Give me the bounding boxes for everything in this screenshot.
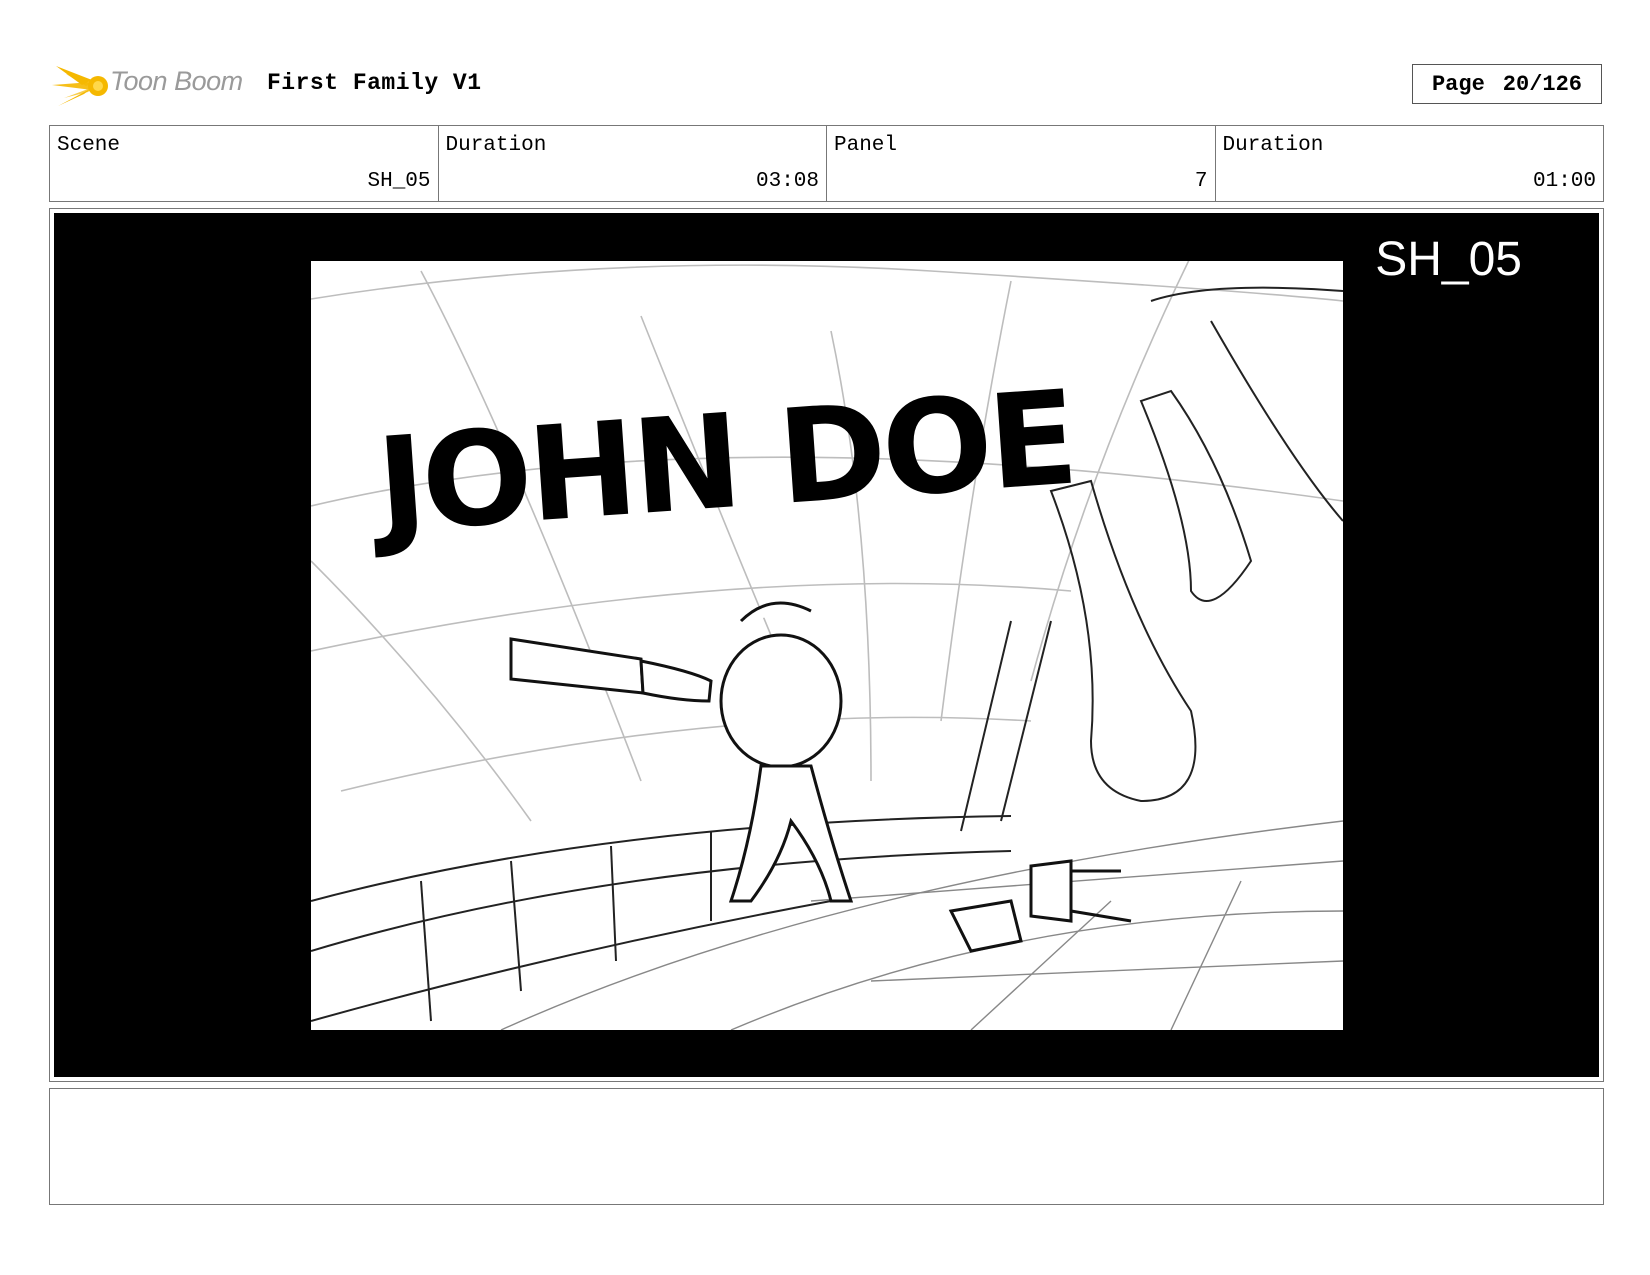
panel-cell: Panel 7: [827, 126, 1216, 201]
panel-duration-cell: Duration 01:00: [1216, 126, 1604, 201]
scene-label: Scene: [57, 134, 121, 157]
panel-duration-label: Duration: [1222, 134, 1324, 157]
panel-overlay-label: SH_05: [1375, 233, 1522, 286]
scene-duration-cell: Duration 03:08: [439, 126, 827, 201]
storyboard-sketch: JOHN DOE: [311, 261, 1343, 1030]
logo-text: Toon Boom: [110, 66, 243, 96]
scene-cell: Scene SH_05: [50, 126, 439, 201]
page-label: Page: [1431, 71, 1485, 97]
panel-info-row: Scene SH_05 Duration 03:08 Panel 7 Durat…: [49, 125, 1604, 202]
panel-duration-value: 01:00: [1532, 170, 1596, 193]
scene-value: SH_05: [367, 170, 431, 193]
scene-duration-label: Duration: [445, 134, 547, 157]
page-value: 20/126: [1502, 71, 1583, 97]
panel-value: 7: [1194, 170, 1208, 193]
panel-notes: [49, 1088, 1604, 1205]
john-doe-sign: JOHN DOE: [365, 362, 1079, 563]
scene-duration-value: 03:08: [755, 170, 819, 193]
storyboard-drawing: JOHN DOE: [311, 261, 1343, 1030]
document-title: First Family V1: [267, 70, 482, 96]
panel-label: Panel: [834, 134, 898, 157]
page-indicator: Page 20/126: [1412, 64, 1602, 104]
